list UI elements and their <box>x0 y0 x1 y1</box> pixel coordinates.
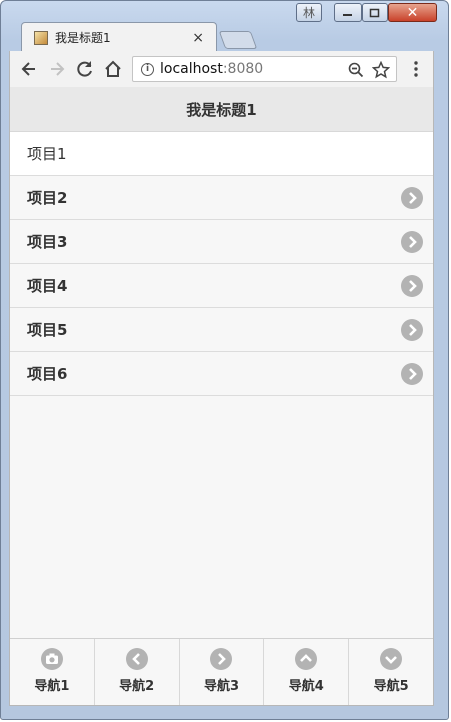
reload-icon[interactable] <box>75 59 95 79</box>
page-title: 我是标题1 <box>186 100 257 119</box>
page-header: 我是标题1 <box>10 87 433 132</box>
browser-tab[interactable]: 我是标题1 × <box>21 22 217 52</box>
list-item-label: 项目4 <box>27 277 68 295</box>
chevron-right-circle-icon <box>401 363 423 385</box>
list-item-label: 项目3 <box>27 233 68 251</box>
chevron-right-circle-icon <box>401 319 423 341</box>
menu-kebab-icon[interactable] <box>406 59 426 79</box>
minimize-button[interactable] <box>334 3 362 22</box>
chevron-right-circle-icon <box>210 648 233 670</box>
user-badge: 林 <box>302 6 315 20</box>
minimize-icon <box>343 13 352 16</box>
list-item-label: 项目2 <box>27 189 68 207</box>
list-item-label: 项目5 <box>27 321 68 339</box>
window-close-icon: ✕ <box>406 4 419 21</box>
maximize-button[interactable] <box>362 3 388 22</box>
nav-item-5[interactable]: 导航5 <box>348 639 433 705</box>
list-item-label: 项目6 <box>27 365 68 383</box>
browser-toolbar: i localhost:8080 <box>9 51 434 87</box>
list-item-3[interactable]: 项目3 <box>10 220 433 264</box>
maximize-icon <box>369 8 380 17</box>
chevron-down-circle-icon <box>380 648 403 670</box>
favicon-icon <box>34 30 48 45</box>
nav-label: 导航5 <box>373 679 409 694</box>
list-item-6[interactable]: 项目6 <box>10 352 433 396</box>
window-close-button[interactable]: ✕ <box>388 3 437 22</box>
nav-item-4[interactable]: 导航4 <box>263 639 348 705</box>
nav-item-1[interactable]: 导航1 <box>10 639 94 705</box>
bookmark-star-icon[interactable] <box>372 61 390 79</box>
site-info-icon[interactable]: i <box>141 62 154 76</box>
chevron-right-circle-icon <box>401 231 423 253</box>
tab-title: 我是标题1 <box>55 31 111 45</box>
list-item-1[interactable]: 项目1 <box>10 132 433 176</box>
browser-window: 林 ✕ 我是标题1 × i localhost:8080 我是标题1 项目1 … <box>0 0 449 720</box>
chevron-up-circle-icon <box>295 648 318 670</box>
new-tab-button[interactable] <box>218 31 258 49</box>
url-host: localhost <box>160 61 223 77</box>
address-bar[interactable]: i localhost:8080 <box>132 56 397 82</box>
nav-label: 导航3 <box>203 679 240 694</box>
nav-item-3[interactable]: 导航3 <box>178 639 264 705</box>
url-port: :8080 <box>222 61 264 77</box>
back-arrow-icon[interactable] <box>19 59 39 79</box>
forward-arrow-icon[interactable] <box>47 59 67 79</box>
nav-label: 导航2 <box>119 679 155 694</box>
nav-label: 导航4 <box>288 679 324 694</box>
nav-label: 导航1 <box>34 679 70 694</box>
nav-item-2[interactable]: 导航2 <box>93 639 179 705</box>
list-item-label: 项目1 <box>27 145 67 163</box>
list-item-4[interactable]: 项目4 <box>10 264 433 308</box>
camera-icon <box>40 648 63 670</box>
chevron-right-circle-icon <box>401 275 423 297</box>
home-icon[interactable] <box>103 59 123 79</box>
chevron-right-circle-icon <box>401 187 423 209</box>
zoom-icon[interactable] <box>348 62 364 78</box>
page-viewport: 我是标题1 项目1 项目2 项目3 项目4 项目5 项目6 导航1 导航2 导航… <box>9 87 434 706</box>
list-item-5[interactable]: 项目5 <box>10 308 433 352</box>
list-item-2[interactable]: 项目2 <box>10 176 433 220</box>
user-profile-button[interactable]: 林 <box>296 3 322 22</box>
tab-close-icon[interactable]: × <box>192 30 204 46</box>
chevron-left-circle-icon <box>125 648 148 670</box>
bottom-nav-bar: 导航1 导航2 导航3 导航4 导航5 <box>10 638 433 705</box>
